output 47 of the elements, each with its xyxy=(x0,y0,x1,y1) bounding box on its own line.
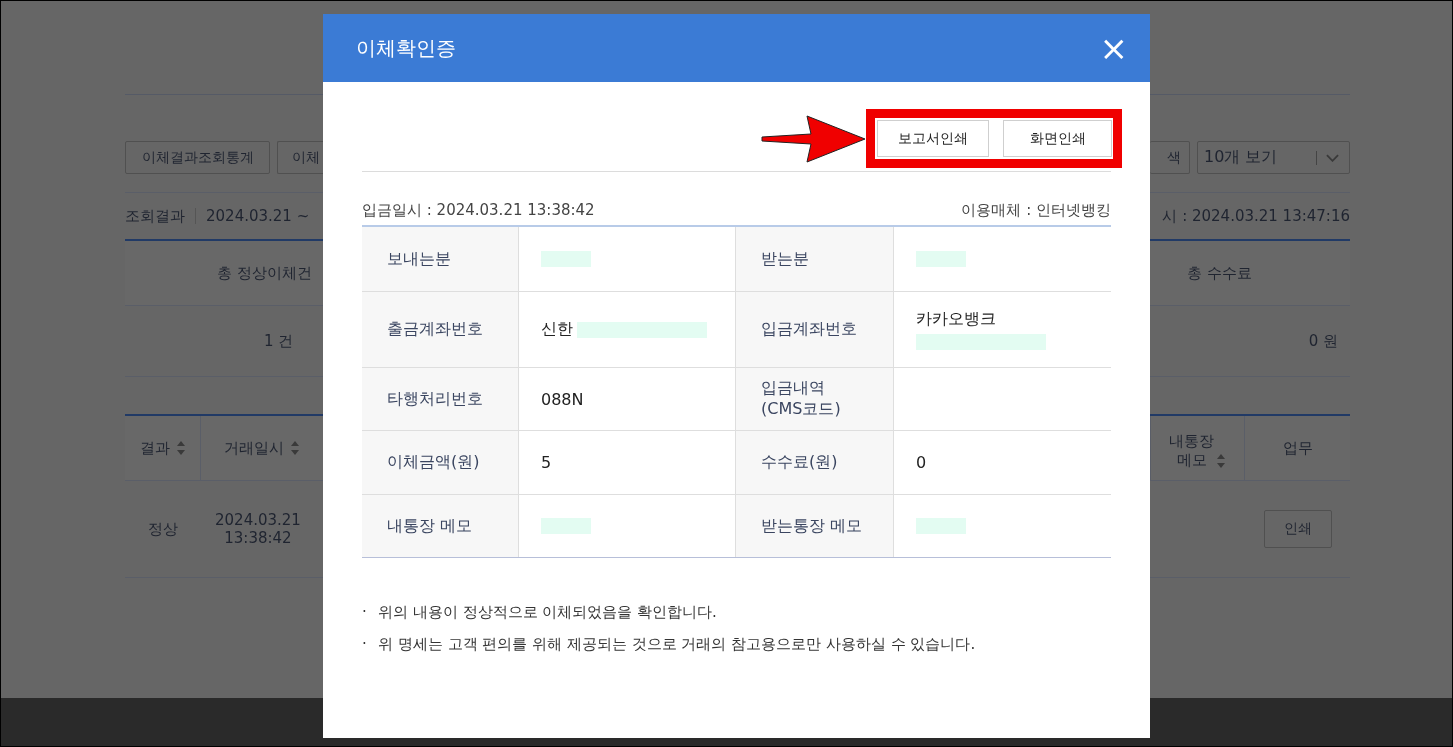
field-value: 카카오뱅크 xyxy=(916,309,996,330)
sort-icon[interactable] xyxy=(1216,453,1226,469)
table-cell: 정상 xyxy=(147,519,178,539)
summary-value: 0 원 xyxy=(1308,331,1338,351)
date-range: 2024.03.21 ~ xyxy=(206,207,310,225)
field-value: 0 xyxy=(916,453,927,472)
deposit-time: 입금일시 : 2024.03.21 13:38:42 xyxy=(362,201,595,220)
column-header: 결과 xyxy=(139,438,170,458)
column-header: 업무 xyxy=(1282,438,1313,458)
field-label: 타행처리번호 xyxy=(387,388,483,410)
transfer-button[interactable]: 이체 xyxy=(277,141,323,174)
chevron-down-icon xyxy=(1326,153,1339,162)
sort-icon[interactable] xyxy=(290,440,300,456)
note-text: 위 명세는 고객 편의를 위해 제공되는 것으로 거래의 참고용으로만 사용하실 수 있습니다. xyxy=(378,635,976,654)
stats-button[interactable]: 이체결과조회통계 xyxy=(125,141,270,174)
column-header: 내통장 메모 xyxy=(1169,432,1214,470)
field-value: 088N xyxy=(541,389,584,409)
close-button[interactable]: × xyxy=(1099,31,1128,65)
table-cell: 2024.03.21 13:38:42 xyxy=(215,511,301,547)
result-label: 조회결과 xyxy=(125,206,185,226)
column-header: 거래일시 xyxy=(224,438,284,458)
channel-info: 이용매체 : 인터넷뱅킹 xyxy=(961,201,1111,220)
field-value: 5 xyxy=(541,453,552,472)
note-text: 위의 내용이 정상적으로 이체되었음을 확인합니다. xyxy=(378,603,717,622)
query-time: 시 : 2024.03.21 13:47:16 xyxy=(1162,206,1350,226)
summary-header: 총 정상이체건 xyxy=(217,263,312,283)
field-label: 입금계좌번호 xyxy=(761,319,857,340)
field-label: 내통장 메모 xyxy=(387,515,473,537)
field-label: 입금내역 (CMS코드) xyxy=(761,378,841,420)
field-label: 출금계좌번호 xyxy=(387,319,483,340)
summary-value: 1 건 xyxy=(264,331,294,351)
summary-header: 총 수수료 xyxy=(1187,263,1252,283)
print-button[interactable]: 보고서인쇄 xyxy=(877,120,989,157)
dialog-title: 이체확인증 xyxy=(356,34,456,62)
field-label: 이체금액(원) xyxy=(387,452,480,473)
sort-icon[interactable] xyxy=(175,440,186,456)
field-label: 수수료(원) xyxy=(761,452,838,473)
field-value: 신한 xyxy=(541,319,573,340)
field-label: 받는분 xyxy=(761,248,809,270)
print-button[interactable]: 화면인쇄 xyxy=(1003,120,1112,157)
bullet: · xyxy=(362,603,366,622)
print-button[interactable]: 인쇄 xyxy=(1263,510,1332,548)
page-size-select[interactable]: 10개 보기 xyxy=(1197,141,1350,174)
bullet: · xyxy=(362,635,366,654)
field-label: 보내는분 xyxy=(387,248,451,270)
field-label: 받는통장 메모 xyxy=(761,515,863,537)
search-button[interactable]: 색 xyxy=(1150,141,1190,174)
